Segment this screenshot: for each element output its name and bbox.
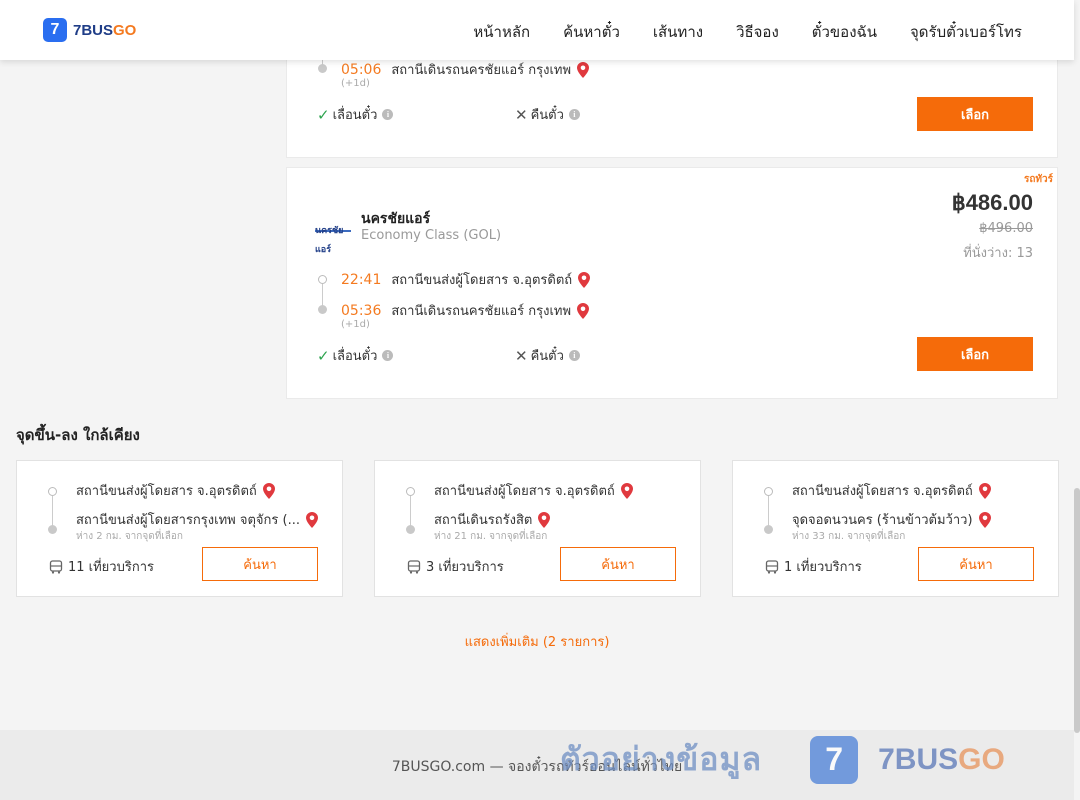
nearby-distance: ห่าง 21 กม. จากจุดที่เลือก [434,531,548,542]
bus-type-tag: รถทัวร์ [1023,174,1053,185]
search-button[interactable]: ค้นหา [560,547,676,581]
arrival-dot [318,305,327,314]
arrival-station: สถานีเดินรถนครชัยแอร์ กรุงเทพ [391,63,572,78]
seats-available: ที่นั่งว่าง: 13 [963,246,1033,261]
trip-count: 11 เที่ยวบริการ [49,556,154,577]
to-dot [48,525,57,534]
arrival-time: 05:36 [341,302,382,319]
scrollbar-track[interactable] [1074,0,1080,800]
nearby-to: สถานีขนส่งผู้โดยสารกรุงเทพ จตุจักร (... [76,509,318,530]
main-nav: หน้าหลัก ค้นหาตั๋ว เส้นทาง วิธีจอง ตั๋วข… [473,20,1022,44]
map-pin-icon[interactable] [978,482,991,499]
arrival-stop: 05:06 สถานีเดินรถนครชัยแอร์ กรุงเทพ [341,59,590,80]
nav-ticket-pickup[interactable]: จุดรับตั๋วเบอร์โทร [910,20,1022,44]
scrollbar-thumb[interactable] [1074,488,1080,733]
nav-how-to-book[interactable]: วิธีจอง [736,20,779,44]
reschedule-policy: ✓ เลื่อนตั๋ว i [317,104,394,125]
original-price: ฿496.00 [979,221,1033,236]
map-pin-icon[interactable] [620,482,633,499]
arrival-dot [318,64,327,73]
operator-logo: นครชัยแอร์ [315,218,351,254]
arrival-station: สถานีเดินรถนครชัยแอร์ กรุงเทพ [391,304,572,319]
info-icon[interactable]: i [382,350,394,361]
info-icon[interactable]: i [568,350,580,361]
check-icon: ✓ [317,105,330,124]
bus-icon [407,559,421,574]
search-button[interactable]: ค้นหา [202,547,318,581]
check-icon: ✓ [317,346,330,365]
refund-policy: ✕ คืนตั๋ว i [515,104,580,125]
arrival-stop: 05:36 สถานีเดินรถนครชัยแอร์ กรุงเทพ [341,300,590,321]
next-day-marker: (+1d) [341,319,370,330]
from-dot [406,487,415,496]
reschedule-label: เลื่อนตั๋ว [332,108,378,123]
nearby-section-title: จุดขึ้น-ลง ใกล้เคียง [16,426,140,444]
nearby-distance: ห่าง 33 กม. จากจุดที่เลือก [792,531,906,542]
nav-search-tickets[interactable]: ค้นหาตั๋ว [563,20,620,44]
map-pin-icon[interactable] [577,61,590,78]
refund-policy: ✕ คืนตั๋ว i [515,345,580,366]
nearby-distance: ห่าง 2 กม. จากจุดที่เลือก [76,531,183,542]
trip-count: 3 เที่ยวบริการ [407,556,504,577]
footer-text: 7BUSGO.com — จองตั๋วรถทัวร์ออนไลน์ทั่วไท… [391,759,683,775]
reschedule-label: เลื่อนตั๋ว [332,349,378,364]
bus-icon [765,559,779,574]
from-dot [48,487,57,496]
search-button[interactable]: ค้นหา [918,547,1034,581]
logo-mark: 7 [43,18,67,42]
logo-text: 7BUSGO [73,21,137,39]
nav-routes[interactable]: เส้นทาง [653,20,703,44]
route-line [322,284,323,306]
map-pin-icon[interactable] [578,271,591,288]
nearby-card: สถานีขนส่งผู้โดยสาร จ.อุตรดิตถ์ จุดจอดนว… [732,460,1059,597]
nav-my-tickets[interactable]: ตั๋วของฉัน [812,20,877,44]
map-pin-icon[interactable] [538,511,551,528]
reschedule-policy: ✓ เลื่อนตั๋ว i [317,345,394,366]
map-pin-icon[interactable] [305,511,318,528]
operator-name: นครชัยแอร์ [361,211,431,227]
nearby-from: สถานีขนส่งผู้โดยสาร จ.อุตรดิตถ์ [434,480,633,501]
trip-count: 1 เที่ยวบริการ [765,556,862,577]
nav-home[interactable]: หน้าหลัก [473,20,530,44]
to-dot [764,525,773,534]
bus-icon [49,559,63,574]
select-trip-button[interactable]: เลือก [917,97,1033,131]
departure-time: 22:41 [341,271,382,288]
route-line [410,496,411,528]
show-more-link[interactable]: แสดงเพิ่มเติม (2 รายการ) [0,631,1074,652]
trip-card: รถทัวร์ นครชัยแอร์ นครชัยแอร์ Economy Cl… [286,167,1058,399]
arrival-time: 05:06 [341,61,382,78]
map-pin-icon[interactable] [577,302,590,319]
top-header: 7 7BUSGO หน้าหลัก ค้นหาตั๋ว เส้นทาง วิธี… [0,0,1074,60]
site-logo[interactable]: 7 7BUSGO [43,18,136,42]
nearby-to: จุดจอดนวนคร (ร้านข้าวต้มว้าว) [792,509,991,530]
refund-label: คืนตั๋ว [530,349,564,364]
info-icon[interactable]: i [382,109,394,120]
departure-stop: 22:41 สถานีขนส่งผู้โดยสาร จ.อุตรดิตถ์ [341,269,591,290]
nearby-card: สถานีขนส่งผู้โดยสาร จ.อุตรดิตถ์ สถานีเดิ… [374,460,701,597]
from-dot [764,487,773,496]
nearby-from: สถานีขนส่งผู้โดยสาร จ.อุตรดิตถ์ [76,480,275,501]
departure-station: สถานีขนส่งผู้โดยสาร จ.อุตรดิตถ์ [391,273,573,288]
map-pin-icon[interactable] [262,482,275,499]
route-line [768,496,769,528]
nearby-to: สถานีเดินรถรังสิต [434,509,551,530]
select-trip-button[interactable]: เลือก [917,337,1033,371]
to-dot [406,525,415,534]
info-icon[interactable]: i [568,109,580,120]
cross-icon: ✕ [515,105,528,124]
map-pin-icon[interactable] [978,511,991,528]
route-line [52,496,53,528]
nearby-card: สถานีขนส่งผู้โดยสาร จ.อุตรดิตถ์ สถานีขนส… [16,460,343,597]
ticket-price: ฿486.00 [951,190,1033,215]
departure-dot [318,275,327,284]
refund-label: คืนตั๋ว [530,108,564,123]
cross-icon: ✕ [515,346,528,365]
next-day-marker: (+1d) [341,78,370,89]
footer: 7BUSGO.com — จองตั๋วรถทัวร์ออนไลน์ทั่วไท… [0,730,1074,800]
nearby-from: สถานีขนส่งผู้โดยสาร จ.อุตรดิตถ์ [792,480,991,501]
bus-class: Economy Class (GOL) [361,228,502,243]
